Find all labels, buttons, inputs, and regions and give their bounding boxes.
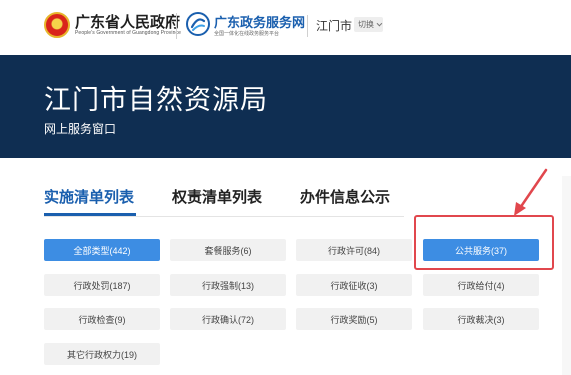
category-admin-enforcement[interactable]: 行政强制(13) xyxy=(170,274,286,296)
divider xyxy=(307,15,308,37)
tab-case-info[interactable]: 办件信息公示 xyxy=(300,186,390,207)
page-title: 江门市自然资源局 xyxy=(44,85,268,115)
page-subtitle: 网上服务窗口 xyxy=(44,122,117,136)
category-all[interactable]: 全部类型(442) xyxy=(44,239,160,261)
category-package-service[interactable]: 套餐服务(6) xyxy=(170,239,286,261)
tab-responsibility-list[interactable]: 权责清单列表 xyxy=(172,186,262,207)
category-public-service[interactable]: 公共服务(37) xyxy=(423,239,539,261)
service-subtitle: 全国一体化在线政务服务平台 xyxy=(214,31,280,37)
category-admin-ruling[interactable]: 行政裁决(3) xyxy=(423,308,539,330)
top-header: 广东省人民政府 People's Government of Guangdong… xyxy=(0,0,571,52)
category-admin-penalty[interactable]: 行政处罚(187) xyxy=(44,274,160,296)
arrow-annotation-icon xyxy=(514,168,548,216)
tab-divider xyxy=(44,216,404,217)
gov-subtitle: People's Government of Guangdong Provinc… xyxy=(75,30,181,36)
switch-label: 切换 xyxy=(358,20,374,29)
category-admin-license[interactable]: 行政许可(84) xyxy=(296,239,412,261)
category-other-powers[interactable]: 其它行政权力(19) xyxy=(44,343,160,365)
banner: 江门市自然资源局 网上服务窗口 xyxy=(0,55,571,158)
city-name: 江门市 xyxy=(316,19,353,33)
category-admin-reward[interactable]: 行政奖励(5) xyxy=(296,308,412,330)
scrollbar[interactable] xyxy=(562,176,571,375)
divider xyxy=(176,13,177,39)
emblem-icon xyxy=(44,12,70,38)
service-title[interactable]: 广东政务服务网 xyxy=(214,12,305,31)
tab-bar: 实施清单列表 权责清单列表 办件信息公示 xyxy=(44,186,404,218)
category-admin-confirmation[interactable]: 行政确认(72) xyxy=(170,308,286,330)
tab-implementation-list[interactable]: 实施清单列表 xyxy=(44,186,134,207)
category-admin-inspection[interactable]: 行政检查(9) xyxy=(44,308,160,330)
gov-title[interactable]: 广东省人民政府 xyxy=(75,11,180,32)
city-switch-button[interactable]: 切换 xyxy=(354,17,383,32)
service-logo-icon xyxy=(186,12,210,36)
chevron-down-icon xyxy=(376,20,383,26)
category-admin-levy[interactable]: 行政征收(3) xyxy=(296,274,412,296)
category-admin-payment[interactable]: 行政给付(4) xyxy=(423,274,539,296)
